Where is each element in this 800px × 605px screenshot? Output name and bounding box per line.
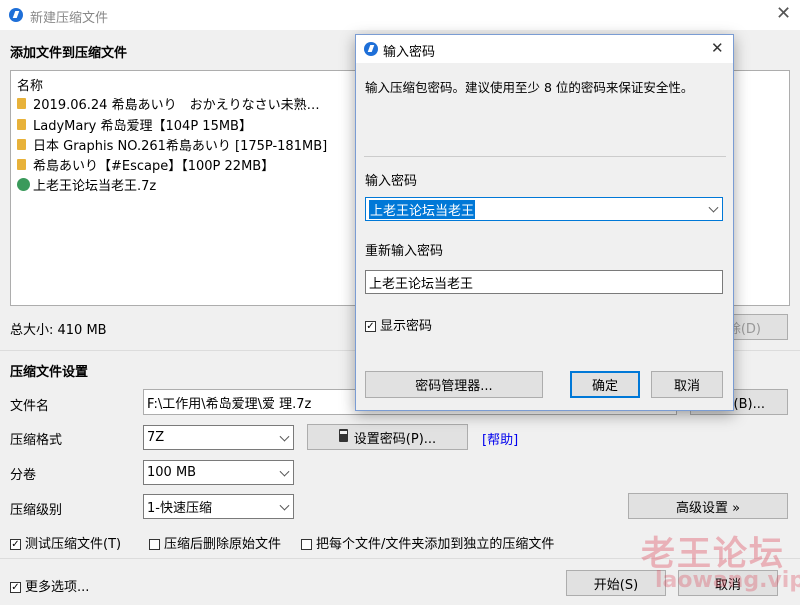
- checkbox-checked-icon: ✓: [10, 538, 21, 550]
- section-title: 添加文件到压缩文件: [10, 46, 128, 61]
- settings-title: 压缩文件设置: [10, 365, 89, 380]
- folder-icon: [17, 98, 26, 109]
- reenter-password-input[interactable]: 上老王论坛当老王: [365, 270, 723, 294]
- total-size: 总大小: 410 MB: [10, 323, 107, 338]
- archive-icon: [17, 178, 30, 191]
- close-icon[interactable]: ✕: [776, 3, 791, 24]
- folder-icon: [17, 159, 26, 170]
- dialog-cancel-button[interactable]: 取消: [651, 371, 723, 398]
- file-name: 2019.06.24 希島あいり おかえりなさい未熟…: [33, 98, 320, 113]
- set-password-label: 设置密码(P)...: [353, 431, 437, 447]
- show-password-checkbox[interactable]: ✓ 显示密码: [365, 315, 432, 334]
- app-logo-icon: [364, 42, 378, 56]
- folder-icon: [17, 139, 26, 150]
- chevron-down-icon: [279, 431, 290, 442]
- delete-after-checkbox[interactable]: 压缩后删除原始文件: [149, 533, 281, 552]
- password-manager-button[interactable]: 密码管理器...: [365, 371, 543, 398]
- volume-select[interactable]: 100 MB: [143, 460, 294, 485]
- list-item[interactable]: 日本 Graphis NO.261希島あいり [175P-181MB]: [17, 135, 327, 154]
- folder-icon: [17, 119, 26, 130]
- set-password-button[interactable]: 设置密码(P)...: [307, 424, 468, 450]
- dialog-divider: [364, 156, 726, 157]
- more-options-label: 更多选项...: [25, 580, 90, 595]
- checkbox-unchecked-icon: [149, 539, 160, 550]
- file-name: 上老王论坛当老王.7z: [33, 179, 157, 194]
- delete-after-label: 压缩后删除原始文件: [164, 537, 282, 552]
- password-input[interactable]: 上老王论坛当老王: [365, 197, 723, 221]
- file-name: LadyMary 希岛爱理【104P 15MB】: [33, 119, 252, 134]
- volume-value: 100 MB: [147, 465, 197, 480]
- format-label: 压缩格式: [10, 433, 63, 448]
- password-label: 输入密码: [365, 174, 418, 189]
- test-checkbox-label: 测试压缩文件(T): [25, 537, 122, 552]
- separate-archive-label: 把每个文件/文件夹添加到独立的压缩文件: [316, 537, 555, 552]
- lock-icon: [338, 434, 348, 442]
- password-value: 上老王论坛当老王: [369, 199, 476, 219]
- level-label: 压缩级别: [10, 503, 63, 518]
- filename-value: F:\工作用\希岛爱理\爱 理.7z: [147, 396, 312, 412]
- show-password-label: 显示密码: [380, 319, 433, 334]
- title-bar: [0, 0, 800, 30]
- checkbox-unchecked-icon: [301, 539, 312, 550]
- password-dialog: 输入密码 ✕ 输入压缩包密码。建议使用至少 8 位的密码来保证安全性。 输入密码…: [355, 34, 734, 411]
- checkbox-checked-icon: ✓: [10, 581, 21, 593]
- volume-label: 分卷: [10, 468, 37, 483]
- file-name: 希島あいり【#Escape】【100P 22MB】: [33, 159, 275, 174]
- list-header-name[interactable]: 名称: [17, 75, 43, 94]
- ok-button[interactable]: 确定: [570, 371, 640, 398]
- format-select[interactable]: 7Z: [143, 425, 294, 450]
- chevron-down-icon: [279, 500, 290, 511]
- app-logo-icon: [9, 8, 23, 22]
- format-value: 7Z: [147, 430, 165, 445]
- level-select[interactable]: 1-快速压缩: [143, 494, 294, 519]
- list-item[interactable]: 上老王论坛当老王.7z: [17, 175, 156, 194]
- checkbox-checked-icon: ✓: [365, 320, 376, 332]
- list-item[interactable]: 希島あいり【#Escape】【100P 22MB】: [17, 155, 274, 174]
- dialog-title: 输入密码: [383, 45, 436, 60]
- dialog-close-icon[interactable]: ✕: [711, 39, 724, 57]
- dialog-message: 输入压缩包密码。建议使用至少 8 位的密码来保证安全性。: [365, 80, 694, 95]
- file-name: 日本 Graphis NO.261希島あいり [175P-181MB]: [33, 139, 328, 154]
- filename-label: 文件名: [10, 399, 50, 414]
- list-item[interactable]: LadyMary 希岛爱理【104P 15MB】: [17, 115, 252, 134]
- window-title: 新建压缩文件: [30, 11, 109, 26]
- reenter-value: 上老王论坛当老王: [369, 276, 474, 292]
- watermark-url: laowang.vip: [655, 568, 800, 593]
- test-checkbox[interactable]: ✓ 测试压缩文件(T): [10, 533, 121, 552]
- list-item[interactable]: 2019.06.24 希島あいり おかえりなさい未熟…: [17, 94, 320, 113]
- reenter-label: 重新输入密码: [365, 244, 444, 259]
- help-link[interactable]: [帮助]: [482, 429, 518, 448]
- level-value: 1-快速压缩: [147, 501, 212, 516]
- more-options-checkbox[interactable]: ✓ 更多选项...: [10, 576, 89, 595]
- advanced-settings-button[interactable]: 高级设置 »: [628, 493, 788, 519]
- separate-archive-checkbox[interactable]: 把每个文件/文件夹添加到独立的压缩文件: [301, 533, 554, 552]
- chevron-down-icon: [279, 466, 290, 477]
- chevron-down-icon[interactable]: [708, 202, 719, 213]
